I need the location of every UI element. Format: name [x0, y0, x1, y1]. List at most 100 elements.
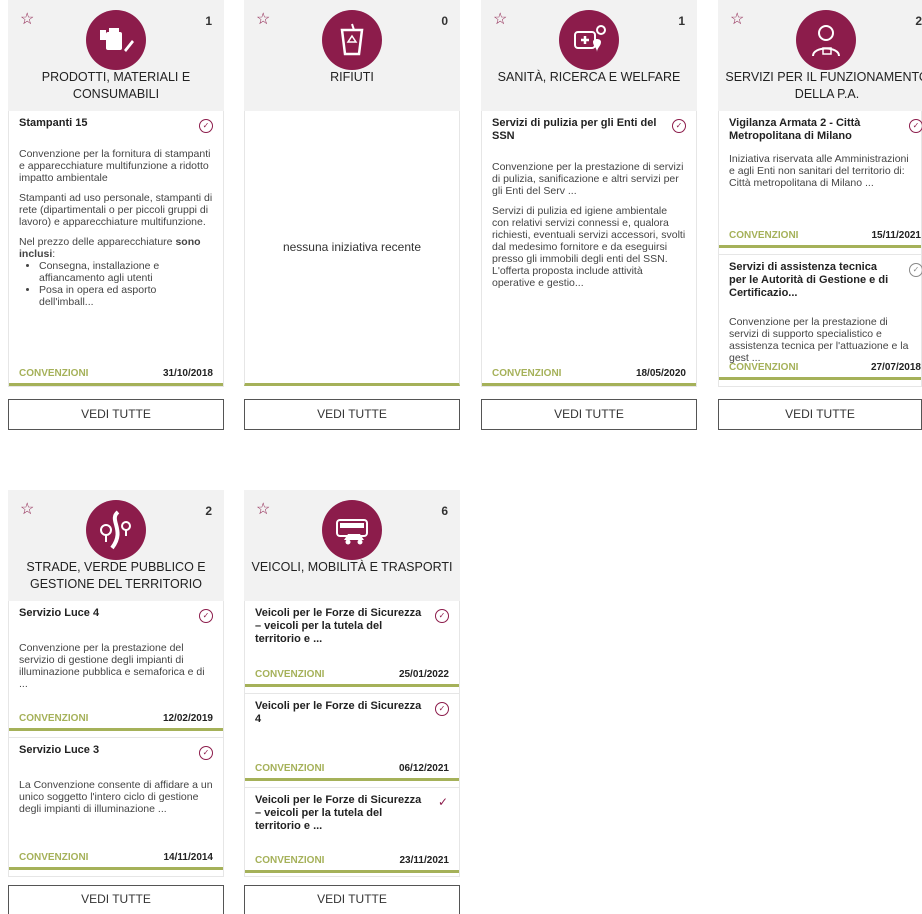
- initiative-type: CONVENZIONI: [19, 852, 89, 863]
- star-icon[interactable]: ☆: [493, 12, 507, 28]
- initiative-description: La Convenzione consente di affidare a un…: [19, 779, 213, 815]
- vedi-tutte-button[interactable]: VEDI TUTTE: [244, 885, 460, 914]
- category-title[interactable]: VEICOLI, MOBILITÀ E TRASPORTI: [248, 559, 456, 576]
- category-header: ☆ 2 STRADE, VERDE PUBBLICO E GESTIONE DE…: [8, 490, 224, 601]
- initiative-footer: CONVENZIONI 14/11/2014: [19, 851, 213, 865]
- initiative-date: 15/11/2021: [871, 230, 922, 241]
- category-title[interactable]: RIFIUTI: [248, 69, 456, 86]
- initiative-type: CONVENZIONI: [19, 368, 89, 379]
- initiative-footer: CONVENZIONI 18/05/2020: [492, 367, 686, 381]
- initiative-date: 06/12/2021: [398, 763, 449, 774]
- initiative-title[interactable]: Stampanti 15: [19, 117, 213, 130]
- initiative-footer: CONVENZIONI 23/11/2021: [255, 854, 449, 868]
- road-trees-icon: [86, 500, 146, 560]
- initiative-type: CONVENZIONI: [255, 669, 325, 680]
- empty-list: nessuna iniziativa recente: [244, 111, 460, 386]
- initiative-date: 14/11/2014: [163, 852, 214, 863]
- category-card-rifiuti: ☆ 0 RIFIUTI nessuna iniziativa recente: [244, 0, 460, 386]
- initiative-title[interactable]: Vigilanza Armata 2 - Città Metropolitana…: [729, 117, 911, 143]
- category-header: ☆ 6 VEICOLI, MOBILITÀ E TRASPORTI: [244, 490, 460, 601]
- initiative-description: Convenzione per la fornitura di stampant…: [19, 148, 213, 308]
- star-icon[interactable]: ☆: [20, 502, 34, 518]
- initiative-count: 1: [678, 14, 685, 28]
- category-card-sanita: ☆ 1 SANITÀ, RICERCA E WELFARE Servizi di…: [481, 0, 697, 387]
- initiative-footer: CONVENZIONI 15/11/2021: [729, 229, 921, 243]
- initiative-title[interactable]: Veicoli per le Forze di Sicurezza – veic…: [255, 794, 449, 833]
- check-icon: ✓: [437, 795, 449, 809]
- description-paragraph: Convenzione per la prestazione del servi…: [19, 642, 205, 690]
- vedi-tutte-button[interactable]: VEDI TUTTE: [244, 399, 460, 430]
- initiative-count: 0: [441, 14, 448, 28]
- check-circle-icon: ✓: [909, 263, 922, 277]
- initiative-item[interactable]: Servizi di pulizia per gli Enti del SSN …: [482, 111, 696, 386]
- initiative-title[interactable]: Servizio Luce 4: [19, 607, 213, 620]
- vedi-tutte-button[interactable]: VEDI TUTTE: [481, 399, 697, 430]
- bullet-item: Posa in opera ed asporto dell'imball...: [39, 284, 213, 308]
- description-text: Nel prezzo delle apparecchiature: [19, 236, 176, 248]
- initiative-title[interactable]: Servizi di pulizia per gli Enti del SSN: [492, 117, 686, 143]
- initiative-type: CONVENZIONI: [255, 763, 325, 774]
- vedi-tutte-button[interactable]: VEDI TUTTE: [8, 399, 224, 430]
- initiative-date: 23/11/2021: [399, 855, 450, 866]
- category-title[interactable]: STRADE, VERDE PUBBLICO E GESTIONE DEL TE…: [12, 559, 220, 593]
- initiative-list: Vigilanza Armata 2 - Città Metropolitana…: [718, 111, 922, 387]
- initiative-item[interactable]: Servizio Luce 4 ✓ Convenzione per la pre…: [9, 601, 223, 731]
- description-paragraph: Convenzione per la prestazione di serviz…: [729, 316, 909, 364]
- medical-kit-icon: [559, 10, 619, 70]
- initiative-item[interactable]: Veicoli per le Forze di Sicurezza – veic…: [245, 601, 459, 687]
- initiative-count: 2: [915, 14, 922, 28]
- description-paragraph: Convenzione per la prestazione di serviz…: [492, 161, 684, 197]
- initiative-title[interactable]: Servizi di assistenza tecnica per le Aut…: [729, 261, 911, 300]
- initiative-date: 18/05/2020: [635, 368, 686, 379]
- initiative-description: Convenzione per la prestazione di serviz…: [492, 161, 686, 289]
- star-icon[interactable]: ☆: [730, 12, 744, 28]
- category-header: ☆ 2 SERVIZI PER IL FUNZIONAMENTO DELLA P…: [718, 0, 922, 111]
- initiative-title[interactable]: Veicoli per le Forze di Sicurezza 4: [255, 700, 449, 726]
- initiative-item[interactable]: Veicoli per le Forze di Sicurezza – veic…: [245, 787, 459, 873]
- description-paragraph: Convenzione per la fornitura di stampant…: [19, 148, 211, 184]
- description-paragraph: Servizi di pulizia ed igiene ambientale …: [492, 205, 686, 289]
- category-header: ☆ 1 SANITÀ, RICERCA E WELFARE: [481, 0, 697, 111]
- initiative-type: CONVENZIONI: [255, 855, 325, 866]
- initiative-type: CONVENZIONI: [19, 713, 89, 724]
- description-paragraph: Nel prezzo delle apparecchiature sono in…: [19, 236, 213, 260]
- category-card-servizi: ☆ 2 SERVIZI PER IL FUNZIONAMENTO DELLA P…: [718, 0, 922, 387]
- category-title[interactable]: SANITÀ, RICERCA E WELFARE: [485, 69, 693, 86]
- check-circle-icon: ✓: [435, 702, 449, 716]
- initiative-item[interactable]: Servizio Luce 3 ✓ La Convenzione consent…: [9, 737, 223, 870]
- description-paragraph: Stampanti ad uso personale, stampanti di…: [19, 192, 213, 228]
- empty-message: nessuna iniziativa recente: [282, 240, 422, 254]
- initiative-item[interactable]: Stampanti 15 ✓ Convenzione per la fornit…: [9, 111, 223, 386]
- initiative-title[interactable]: Servizio Luce 3: [19, 744, 213, 757]
- initiative-count: 1: [205, 14, 212, 28]
- description-paragraph: Iniziativa riservata alle Amministrazion…: [729, 153, 909, 189]
- initiative-footer: CONVENZIONI 25/01/2022: [255, 668, 449, 682]
- initiative-date: 31/10/2018: [162, 368, 213, 379]
- category-card-veicoli: ☆ 6 VEICOLI, MOBILITÀ E TRASPORTI Veicol…: [244, 490, 460, 877]
- initiative-item[interactable]: Servizi di assistenza tecnica per le Aut…: [719, 254, 922, 380]
- star-icon[interactable]: ☆: [256, 12, 270, 28]
- category-title[interactable]: PRODOTTI, MATERIALI E CONSUMABILI: [12, 69, 220, 103]
- initiative-date: 25/01/2022: [398, 669, 449, 680]
- bullet-list: Consegna, installazione e affiancamento …: [19, 260, 213, 308]
- officer-icon: [796, 10, 856, 70]
- initiative-list: Veicoli per le Forze di Sicurezza – veic…: [244, 601, 460, 877]
- vedi-tutte-button[interactable]: VEDI TUTTE: [8, 885, 224, 914]
- initiative-date: 27/07/2018: [870, 362, 921, 373]
- vedi-tutte-button[interactable]: VEDI TUTTE: [718, 399, 922, 430]
- check-circle-icon: ✓: [435, 609, 449, 623]
- initiative-title[interactable]: Veicoli per le Forze di Sicurezza – veic…: [255, 607, 449, 646]
- initiative-type: CONVENZIONI: [729, 230, 799, 241]
- star-icon[interactable]: ☆: [256, 502, 270, 518]
- check-circle-icon: ✓: [199, 119, 213, 133]
- star-icon[interactable]: ☆: [20, 12, 34, 28]
- check-circle-icon: ✓: [909, 119, 922, 133]
- bus-car-icon: [322, 500, 382, 560]
- check-circle-icon: ✓: [199, 746, 213, 760]
- initiative-type: CONVENZIONI: [729, 362, 799, 373]
- initiative-count: 6: [441, 504, 448, 518]
- category-title[interactable]: SERVIZI PER IL FUNZIONAMENTO DELLA P.A.: [722, 69, 922, 103]
- initiative-item[interactable]: Vigilanza Armata 2 - Città Metropolitana…: [719, 111, 922, 248]
- initiative-item[interactable]: Veicoli per le Forze di Sicurezza 4 ✓ CO…: [245, 693, 459, 781]
- initiative-list: Servizi di pulizia per gli Enti del SSN …: [481, 111, 697, 387]
